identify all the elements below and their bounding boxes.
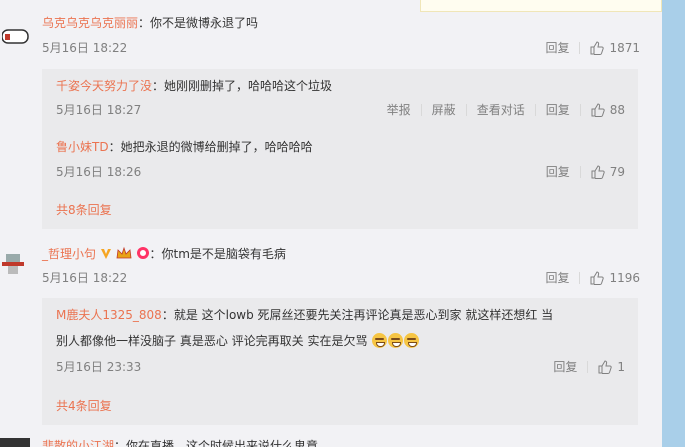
- reply-button[interactable]: 回复: [546, 102, 570, 118]
- scroll-sidebar: [662, 0, 685, 447]
- reply-username[interactable]: 千姿今天努力了没: [56, 79, 152, 93]
- thumbs-up-icon: [590, 271, 605, 285]
- comment-time: 5月16日 18:22: [42, 41, 128, 55]
- reply-list: M鹿夫人1325_808：就是 这个lowb 死屌丝还要先关注再评论真是恶心到家…: [42, 298, 638, 425]
- more-replies-link[interactable]: 共8条回复: [56, 202, 112, 218]
- comment-username[interactable]: _哲理小句: [42, 247, 96, 261]
- comment-username[interactable]: 乌克乌克乌克丽丽: [42, 16, 138, 30]
- crown-badge-icon: [116, 246, 132, 264]
- fan-badge-icon: [136, 246, 150, 264]
- reply-text: 鲁小妹TD：她把永退的微博给删掉了，哈哈哈哈: [56, 139, 313, 155]
- reply-time: 5月16日 18:26: [56, 165, 142, 179]
- like-button[interactable]: 79: [591, 164, 625, 180]
- report-button[interactable]: 举报: [387, 102, 411, 118]
- like-button[interactable]: 1871: [590, 40, 640, 56]
- comment-username[interactable]: 悲散的小江湖: [42, 439, 114, 447]
- emoji-icon: [404, 333, 420, 348]
- comment-actions: 回复 1871: [545, 40, 640, 56]
- divider: [465, 104, 467, 116]
- divider: [534, 104, 536, 116]
- thumbs-up-icon: [598, 360, 613, 374]
- reply-time: 5月16日 23:33: [56, 360, 142, 374]
- reply-button[interactable]: 回复: [545, 270, 569, 286]
- reply-text-continued: 别人都像他一样没脑子 真是恶心 评论完再取关 实在是欠骂: [56, 333, 420, 349]
- reply-content: 别人都像他一样没脑子 真是恶心 评论完再取关 实在是欠骂: [56, 334, 368, 348]
- reply-username[interactable]: 鲁小妹TD: [56, 140, 109, 154]
- reply-button[interactable]: 回复: [553, 359, 577, 375]
- thumbs-up-icon: [591, 103, 605, 117]
- like-count: 88: [609, 103, 625, 117]
- view-conversation-button[interactable]: 查看对话: [477, 102, 525, 118]
- reply-content: ：就是 这个lowb 死屌丝还要先关注再评论真是恶心到家 就这样还想红 当: [161, 308, 554, 322]
- like-button[interactable]: 1: [598, 359, 625, 375]
- comment-text: 悲散的小江湖：你在直播，这个时候出来说什么鬼意: [42, 438, 318, 447]
- more-replies-link[interactable]: 共4条回复: [56, 398, 112, 414]
- reply-username[interactable]: M鹿夫人1325_808: [56, 308, 162, 322]
- emoji-icon: [372, 333, 388, 348]
- divider: [579, 272, 581, 284]
- comment-feed: 乌克乌克乌克丽丽：你不是微博永退了吗 5月16日 18:22 回复 1871 千…: [0, 0, 662, 447]
- reply-text: M鹿夫人1325_808：就是 这个lowb 死屌丝还要先关注再评论真是恶心到家…: [56, 307, 553, 323]
- comment-content: ：你不是微博永退了吗: [138, 16, 259, 30]
- reply-text: 千姿今天努力了没：她刚刚删掉了，哈哈哈这个垃圾: [56, 78, 332, 94]
- comment-time: 5月16日 18:22: [42, 271, 128, 285]
- thumbs-up-icon: [590, 41, 605, 55]
- like-count: 1: [617, 360, 625, 374]
- divider: [579, 42, 581, 54]
- verified-v-icon: [100, 248, 112, 264]
- reply-list: 千姿今天努力了没：她刚刚删掉了，哈哈哈这个垃圾 5月16日 18:27 举报 屏…: [42, 69, 638, 229]
- avatar[interactable]: [0, 248, 30, 278]
- like-count: 1196: [609, 271, 640, 285]
- emoji-icon: [388, 333, 404, 348]
- divider: [587, 361, 589, 373]
- like-button[interactable]: 1196: [590, 270, 640, 286]
- reply-content: ：她刚刚删掉了，哈哈哈这个垃圾: [152, 79, 333, 93]
- reply-button[interactable]: 回复: [545, 40, 569, 56]
- thumbs-up-icon: [591, 165, 605, 179]
- divider: [420, 104, 422, 116]
- reply-actions: 回复 1: [553, 359, 625, 375]
- avatar[interactable]: [1, 24, 32, 54]
- comment-content: ：你tm是不是脑袋有毛病: [149, 247, 286, 261]
- like-count: 79: [609, 165, 625, 179]
- comment-actions: 回复 1196: [545, 270, 640, 286]
- reply-button[interactable]: 回复: [546, 164, 570, 180]
- like-button[interactable]: 88: [591, 102, 625, 118]
- block-button[interactable]: 屏蔽: [432, 102, 456, 118]
- comment-text: _哲理小句 ：你tm是不是脑袋有毛病: [42, 246, 286, 264]
- reply-actions: 回复 79: [546, 164, 625, 180]
- comment-text: 乌克乌克乌克丽丽：你不是微博永退了吗: [42, 15, 258, 31]
- divider: [579, 104, 581, 116]
- reply-content: ：她把永退的微博给删掉了，哈哈哈哈: [108, 140, 313, 154]
- divider: [579, 166, 581, 178]
- avatar[interactable]: [0, 438, 30, 447]
- popup-edge: [420, 0, 662, 12]
- reply-time: 5月16日 18:27: [56, 103, 142, 117]
- like-count: 1871: [609, 41, 640, 55]
- comment-content: ：你在直播，这个时候出来说什么鬼意: [114, 439, 319, 447]
- reply-actions: 举报 屏蔽 查看对话 回复 88: [387, 102, 625, 118]
